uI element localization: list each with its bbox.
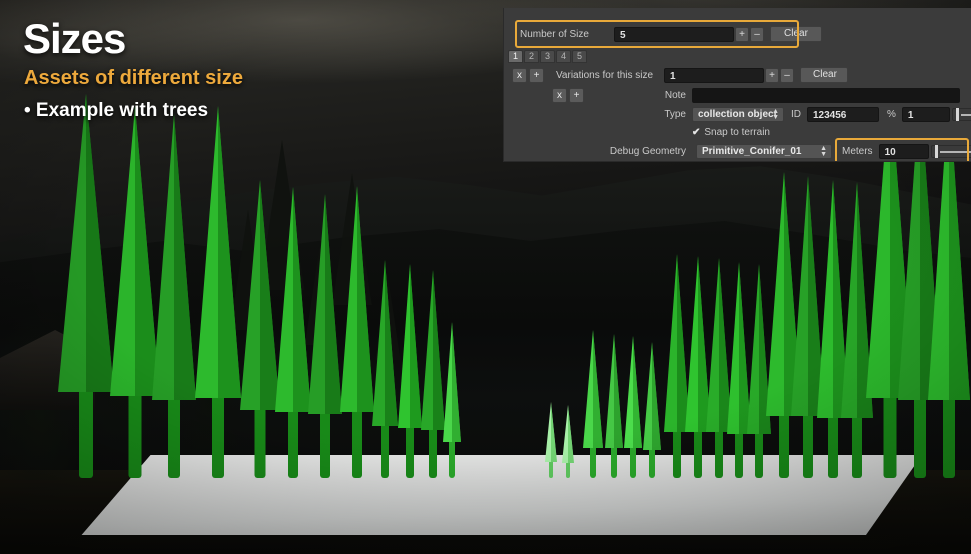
- variations-increment-button[interactable]: +: [765, 67, 779, 83]
- meters-slider-knob[interactable]: [934, 145, 938, 158]
- debug-geometry-row: Debug Geometry Primitive_Conifer_01 ▲ ▼ M…: [600, 144, 971, 159]
- percent-slider[interactable]: [951, 108, 971, 121]
- page-bullet: • Example with trees: [24, 100, 209, 121]
- percent-label: %: [887, 109, 896, 120]
- page-subtitle: Assets of different size: [24, 67, 243, 89]
- size-tab-5[interactable]: 5: [572, 50, 587, 63]
- percent-slider-knob[interactable]: [955, 108, 959, 121]
- id-input[interactable]: 123456: [807, 107, 879, 122]
- variations-input[interactable]: 1: [664, 67, 764, 83]
- size-tab-2[interactable]: 2: [524, 50, 539, 63]
- meters-slider-track: [939, 151, 971, 153]
- debug-geometry-label: Debug Geometry: [609, 146, 686, 157]
- number-of-size-row: Number of Size 5 + – Clear: [520, 26, 822, 42]
- number-of-size-increment-button[interactable]: +: [735, 26, 749, 42]
- number-of-size-label: Number of Size: [520, 28, 589, 40]
- variation-add-button[interactable]: +: [569, 88, 584, 103]
- variations-label: Variations for this size: [556, 69, 654, 81]
- size-tab-strip[interactable]: 12345: [508, 50, 587, 63]
- number-of-size-decrement-button[interactable]: –: [750, 26, 764, 42]
- variation-buttons-row: x +: [552, 88, 584, 103]
- meters-input[interactable]: 10: [878, 144, 929, 159]
- id-label: ID: [791, 109, 801, 120]
- snap-to-terrain-row[interactable]: ✔ Snap to terrain: [692, 127, 770, 138]
- type-label: Type: [664, 109, 686, 120]
- type-dropdown[interactable]: collection object ▲ ▼: [692, 107, 784, 122]
- chevron-updown-icon-2: ▲ ▼: [820, 145, 827, 158]
- size-tab-3[interactable]: 3: [540, 50, 555, 63]
- asset-size-panel: Number of Size 5 + – Clear 12345 x + Var…: [503, 8, 971, 162]
- size-tab-1[interactable]: 1: [508, 50, 523, 63]
- meters-label: Meters: [842, 146, 873, 157]
- variations-decrement-button[interactable]: –: [780, 67, 794, 83]
- meters-slider[interactable]: [930, 145, 971, 158]
- chevron-updown-icon: ▲ ▼: [772, 108, 779, 121]
- percent-slider-track: [960, 114, 971, 116]
- variation-remove-button[interactable]: x: [552, 88, 567, 103]
- variations-row: x + Variations for this size 1 + – Clear: [512, 67, 848, 83]
- note-input[interactable]: [692, 88, 960, 103]
- note-row: Note: [654, 88, 960, 103]
- page-title: Sizes: [23, 15, 126, 62]
- note-label: Note: [664, 90, 686, 101]
- size-add-button[interactable]: +: [529, 67, 544, 83]
- number-of-size-clear-button[interactable]: Clear: [770, 26, 822, 42]
- percent-input[interactable]: 1: [901, 107, 950, 122]
- size-tab-4[interactable]: 4: [556, 50, 571, 63]
- checkmark-icon: ✔: [692, 127, 701, 138]
- variations-clear-button[interactable]: Clear: [800, 67, 848, 83]
- number-of-size-input[interactable]: 5: [614, 26, 734, 42]
- type-row: Type collection object ▲ ▼ ID 123456 % 1: [654, 107, 971, 122]
- snap-to-terrain-label: Snap to terrain: [704, 127, 770, 138]
- debug-geometry-dropdown[interactable]: Primitive_Conifer_01 ▲ ▼: [696, 144, 832, 159]
- type-dropdown-value: collection object: [698, 109, 777, 120]
- debug-geometry-value: Primitive_Conifer_01: [702, 146, 802, 157]
- slide-canvas: Sizes Assets of different size • Example…: [0, 0, 971, 554]
- size-remove-button[interactable]: x: [512, 67, 527, 83]
